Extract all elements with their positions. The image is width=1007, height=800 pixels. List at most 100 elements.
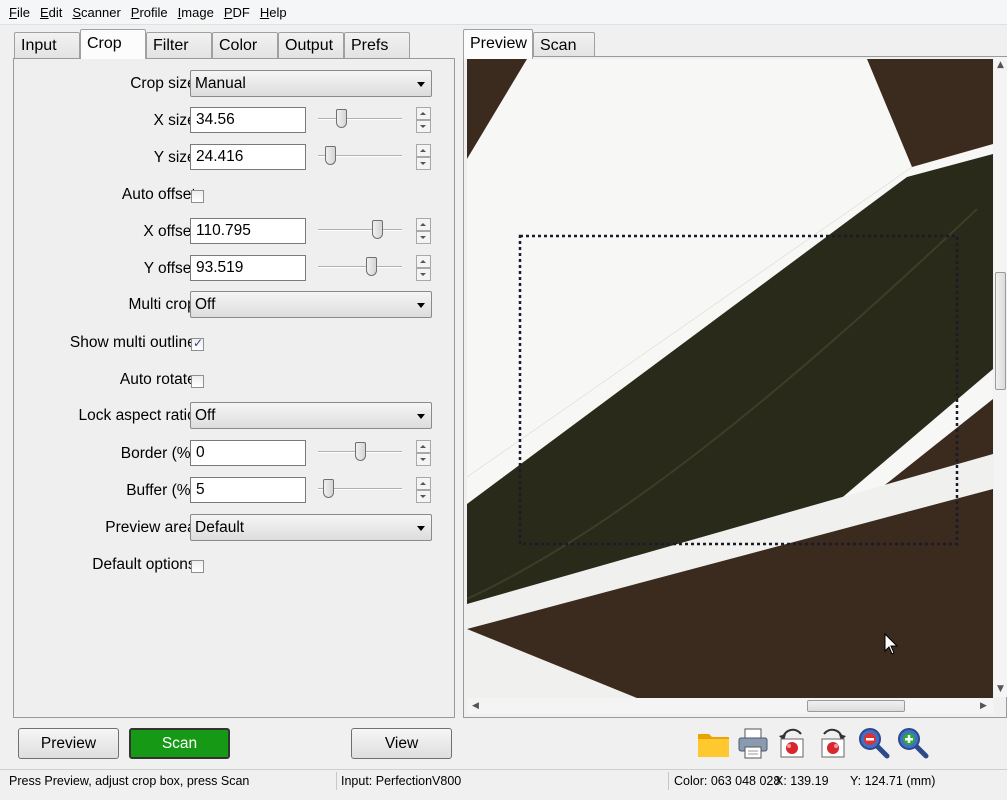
menu-file[interactable]: File [9,5,30,20]
preview-image [467,59,993,698]
slider-thumb[interactable] [323,479,335,498]
y-size-input[interactable]: 24.416 [190,144,306,170]
tab-input[interactable]: Input [14,32,80,59]
menu-image[interactable]: Image [178,5,214,20]
vertical-scrollbar[interactable]: ▲ ▼ [994,57,1007,697]
lock-aspect-ratio-select[interactable]: Off [190,402,432,429]
crop-size-select[interactable]: Manual [190,70,432,97]
scroll-right-icon[interactable]: ▶ [980,701,987,711]
tab-output[interactable]: Output [278,32,344,59]
scroll-up-icon[interactable]: ▲ [997,60,1004,70]
spin-down-icon[interactable] [416,120,431,133]
menu-pdf[interactable]: PDF [224,5,250,20]
chevron-down-icon [417,303,425,308]
spin-down-icon[interactable] [416,453,431,466]
spin-down-icon[interactable] [416,268,431,281]
slider-thumb[interactable] [365,257,377,276]
buffer-spinner[interactable] [416,477,431,503]
show-multi-outline-label: Show multi outline: [69,334,200,351]
border-spinner[interactable] [416,440,431,466]
view-button[interactable]: View [351,728,452,759]
zoom-in-icon[interactable] [896,726,930,760]
scan-button[interactable]: Scan [129,728,230,759]
spin-up-icon[interactable] [416,107,431,120]
menu-bar: File Edit Scanner Profile Image PDF Help [0,0,1007,25]
spin-up-icon[interactable] [416,477,431,490]
slider-thumb[interactable] [355,442,366,461]
tab-crop[interactable]: Crop [80,29,146,59]
status-divider [668,772,669,790]
zoom-out-icon[interactable] [857,726,891,760]
menu-profile[interactable]: Profile [131,5,168,20]
buffer-slider[interactable] [318,477,402,503]
auto-rotate-checkbox[interactable] [191,375,204,388]
rotate-left-icon[interactable] [775,726,809,760]
x-offset-input[interactable]: 110.795 [190,218,306,244]
spin-down-icon[interactable] [416,231,431,244]
scroll-left-icon[interactable]: ◀ [472,701,479,711]
slider-thumb[interactable] [371,220,383,239]
x-size-spinner[interactable] [416,107,431,133]
buffer-row: Buffer (%): 5 [14,477,454,507]
border-input[interactable]: 0 [190,440,306,466]
y-offset-spinner[interactable] [416,255,431,281]
spin-down-icon[interactable] [416,490,431,503]
spin-up-icon[interactable] [416,218,431,231]
scroll-down-icon[interactable]: ▼ [997,684,1004,694]
preview-area-select[interactable]: Default [190,514,432,541]
preview-button[interactable]: Preview [18,728,119,759]
horizontal-scrollbar[interactable]: ◀ ▶ [467,698,994,714]
status-input: Input: PerfectionV800 [341,774,462,788]
auto-rotate-row: Auto rotate: [14,366,454,396]
slider-thumb[interactable] [335,109,347,128]
x-size-input[interactable]: 34.56 [190,107,306,133]
y-offset-input[interactable]: 93.519 [190,255,306,281]
menu-help[interactable]: Help [260,5,287,20]
tab-scan[interactable]: Scan [533,32,595,59]
x-offset-spinner[interactable] [416,218,431,244]
status-color: Color: 063 048 028 [674,774,781,788]
spin-up-icon[interactable] [416,144,431,157]
chevron-down-icon [417,82,425,87]
tab-color[interactable]: Color [212,32,278,59]
chevron-down-icon [417,414,425,419]
default-options-label: Default options: [92,556,200,573]
slider-track [318,229,402,231]
print-icon[interactable] [736,726,770,760]
menu-edit[interactable]: Edit [40,5,62,20]
y-offset-row: Y offset: 93.519 [14,255,454,285]
auto-offset-row: Auto offset: [14,181,454,211]
buffer-input[interactable]: 5 [190,477,306,503]
spin-down-icon[interactable] [416,157,431,170]
show-multi-outline-checkbox[interactable] [191,336,204,351]
y-size-spinner[interactable] [416,144,431,170]
status-x: X: 139.19 [775,774,829,788]
y-size-slider[interactable] [318,144,402,170]
menu-scanner[interactable]: Scanner [72,5,120,20]
y-offset-slider[interactable] [318,255,402,281]
spin-up-icon[interactable] [416,255,431,268]
vertical-scroll-thumb[interactable] [995,272,1006,390]
rotate-right-icon[interactable] [816,726,850,760]
tab-filter[interactable]: Filter [146,32,212,59]
multi-crop-select[interactable]: Off [190,291,432,318]
slider-thumb[interactable] [324,146,336,165]
lock-aspect-ratio-value: Off [195,407,216,424]
x-size-slider[interactable] [318,107,402,133]
tab-prefs[interactable]: Prefs [344,32,410,59]
preview-area-label: Preview area: [105,519,200,536]
tab-preview[interactable]: Preview [463,29,533,59]
x-size-row: X size: 34.56 [14,107,454,137]
horizontal-scroll-thumb[interactable] [807,700,905,712]
spin-up-icon[interactable] [416,440,431,453]
x-offset-slider[interactable] [318,218,402,244]
show-multi-outline-row: Show multi outline: [14,329,454,359]
x-offset-row: X offset: 110.795 [14,218,454,248]
preview-canvas[interactable] [467,59,993,698]
lock-aspect-ratio-label: Lock aspect ratio: [78,407,200,424]
border-slider[interactable] [318,440,402,466]
multi-crop-value: Off [195,296,216,313]
folder-icon[interactable] [697,726,731,760]
default-options-checkbox[interactable] [191,560,204,573]
auto-offset-checkbox[interactable] [191,190,204,203]
